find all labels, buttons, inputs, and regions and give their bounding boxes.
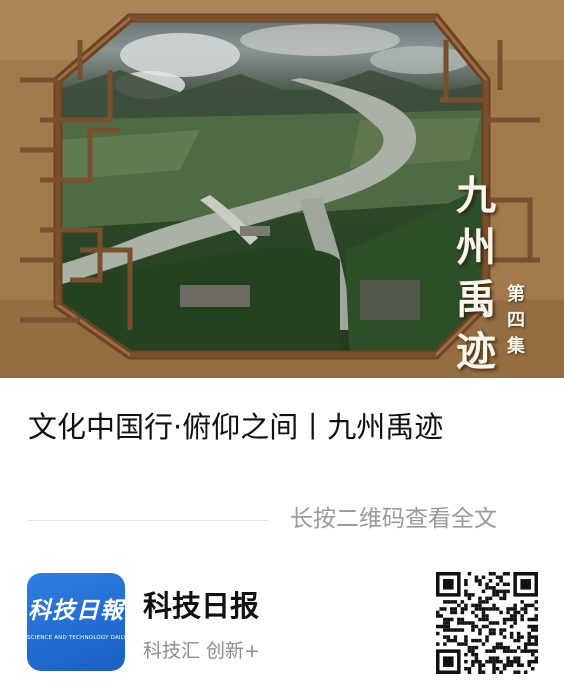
qr-code[interactable] [436,572,538,674]
cover-image: 九 州 禹 迹 第 四 集 [0,0,564,378]
account-tagline: 科技汇 创新+ [143,640,260,662]
qr-hint-text: 长按二维码查看全文 [290,506,497,532]
episode-char-3: 集 [507,336,525,357]
hero-title-char-1: 九 [456,172,496,219]
episode-char-2: 四 [507,310,525,331]
hero-title-char-3: 禹 [456,276,496,323]
divider-line [28,520,268,521]
account-name: 科技日报 [143,589,260,623]
logo-chinese-text: 科技日報 [28,597,124,624]
hero-episode-label: 第 四 集 [505,282,527,360]
hero-title-char-4: 迹 [456,328,496,375]
article-title: 文化中国行·俯仰之间丨九州禹迹 [28,410,444,444]
account-logo: 科技日報 SCIENCE AND TECHNOLOGY DAILY [27,573,125,671]
episode-char-1: 第 [507,284,525,305]
hero-title-char-2: 州 [456,224,496,271]
logo-english-text: SCIENCE AND TECHNOLOGY DAILY [27,635,125,641]
hero-vertical-title: 九 州 禹 迹 [452,170,500,378]
